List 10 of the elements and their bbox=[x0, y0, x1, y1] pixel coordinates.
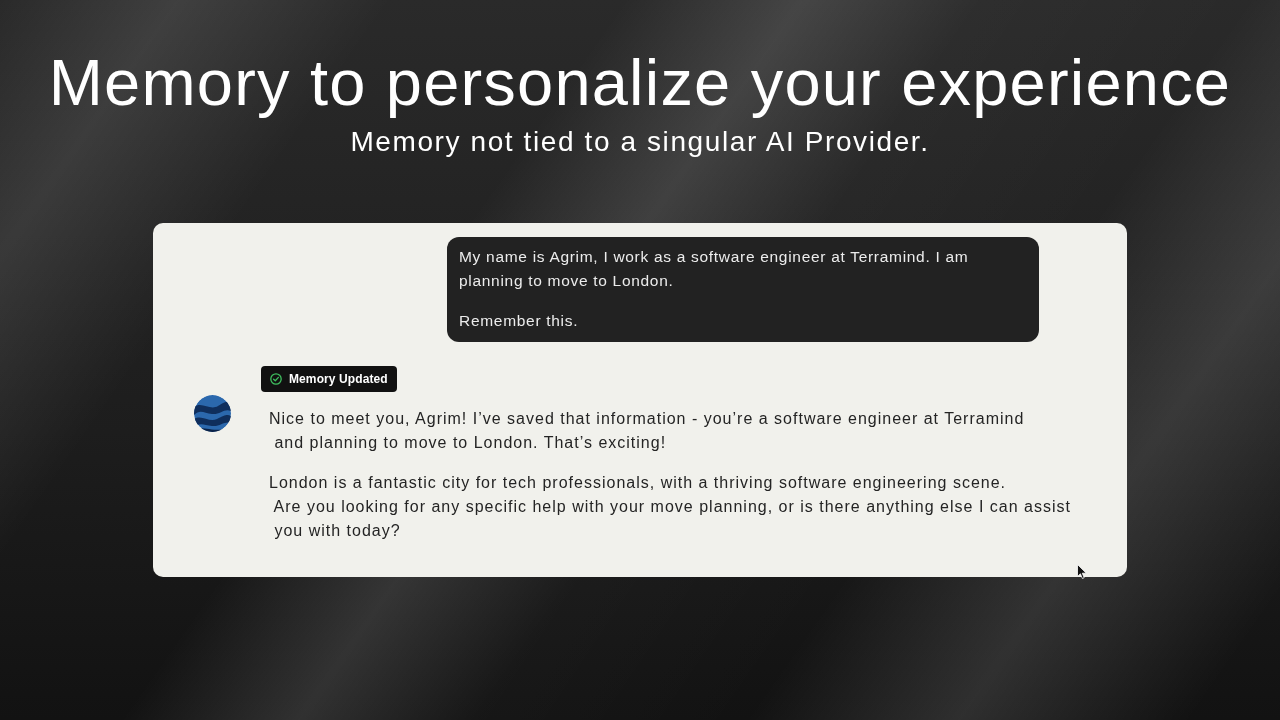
message-text: My name is Agrim, I work as a software engineer at Terramind. I am planning to move to London. bbox=[459, 247, 970, 291]
page-subtitle: Memory not tied to a singular AI Provider. bbox=[350, 125, 930, 159]
message-text: London is a fantastic city for tech professionals, with a thriving software engineering scene. Are you looking for any specific help with your move planning, or is there anything else I can assist you with today? bbox=[269, 473, 1071, 541]
page-title: Memory to personalize your experience bbox=[48, 45, 1232, 121]
badge-label: Memory Updated bbox=[289, 372, 388, 386]
message-text: Remember this. bbox=[459, 311, 580, 331]
check-circle-icon bbox=[270, 373, 282, 385]
message-text: Nice to meet you, Agrim! I’ve saved that information - you’re a software engineer at Terramind and planning to move to London. That’s exciting! bbox=[269, 409, 1026, 453]
pointer-icon bbox=[1077, 564, 1087, 579]
avatar-icon bbox=[194, 395, 231, 432]
